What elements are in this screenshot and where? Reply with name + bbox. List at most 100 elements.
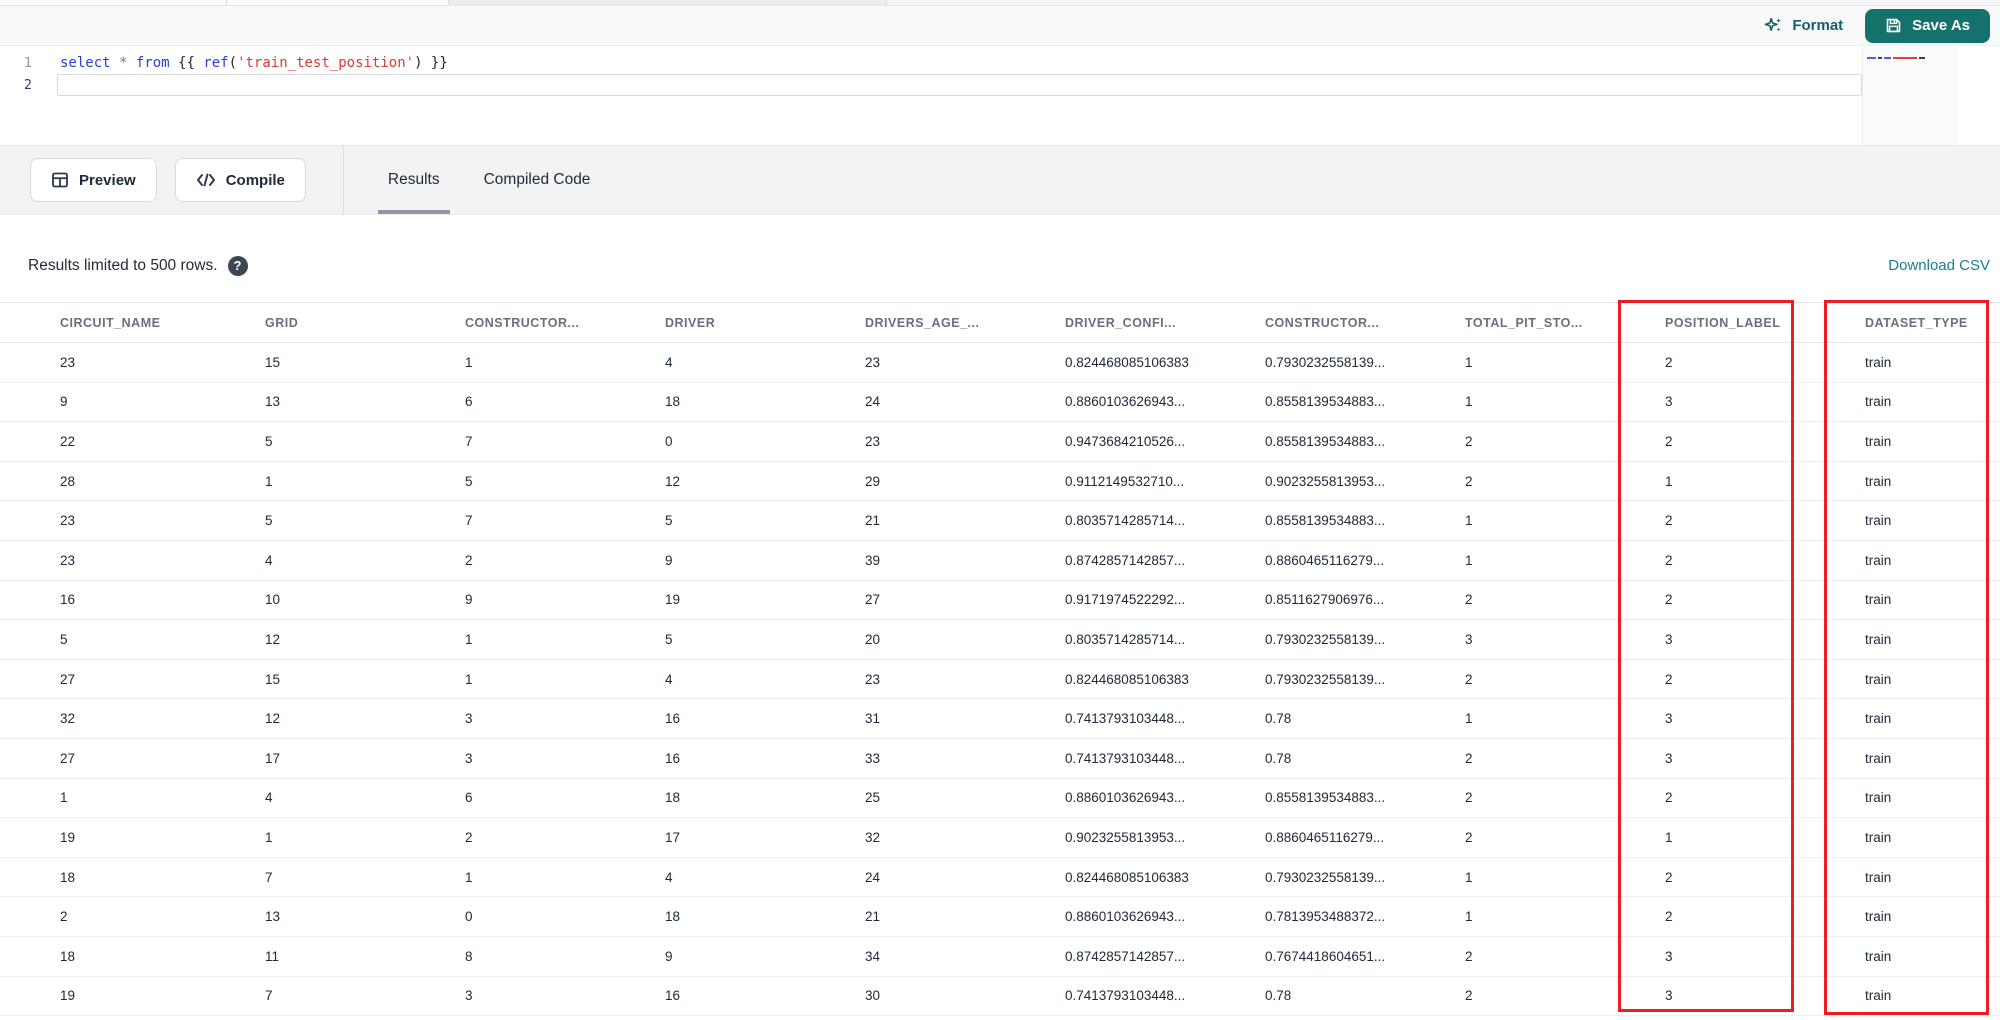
row-limit-notice: Results limited to 500 rows.: [28, 256, 218, 274]
table-cell: 0.8035714285714...: [1005, 500, 1205, 541]
editor-header-bar: Format Save As: [0, 6, 2000, 46]
table-cell: 3: [1605, 936, 1805, 977]
table-cell: 4: [605, 857, 805, 898]
table-cell: 2: [1405, 461, 1605, 502]
table-cell: 0.78: [1205, 698, 1405, 739]
table-cell: 10: [205, 580, 405, 621]
table-cell: 23: [805, 659, 1005, 700]
table-row: 23 4 2 9 39 0.8742857142857... 0.8860465116279…: [0, 540, 2000, 581]
tab-label: Compiled Code: [483, 171, 591, 188]
table-cell: 21: [805, 896, 1005, 937]
compile-button[interactable]: Compile: [174, 158, 306, 202]
table-cell: 19: [605, 580, 805, 621]
table-cell: 1: [0, 778, 205, 819]
column-header: CONSTRUCTOR...: [405, 302, 605, 343]
table-cell: 12: [205, 619, 405, 660]
preview-button[interactable]: Preview: [30, 158, 157, 202]
table-cell: train: [1805, 580, 2000, 621]
table-cell: 0.8860465116279...: [1205, 540, 1405, 581]
table-cell: 2: [1605, 659, 1805, 700]
table-row: 27 15 1 4 23 0.824468085106383 0.7930232558139…: [0, 659, 2000, 700]
table-cell: 13: [205, 382, 405, 423]
table-cell: 0.824468085106383: [1005, 342, 1205, 383]
table-cell: train: [1805, 896, 2000, 937]
table-cell: 12: [205, 698, 405, 739]
table-cell: 1: [405, 659, 605, 700]
table-cell: 16: [605, 738, 805, 779]
table-cell: 3: [1605, 619, 1805, 660]
table-row: 18 11 8 9 34 0.8742857142857... 0.767441860465…: [0, 936, 2000, 977]
editor-tab[interactable]: [227, 0, 449, 5]
table-cell: 0.7930232558139...: [1205, 619, 1405, 660]
format-label: Format: [1792, 17, 1844, 34]
code-line[interactable]: 1 select * from {{ ref('train_test_posit…: [0, 52, 2000, 74]
table-cell: 3: [405, 698, 605, 739]
editor-tab[interactable]: [0, 0, 227, 5]
table-cell: 0.7674418604651...: [1205, 936, 1405, 977]
table-cell: 2: [1605, 580, 1805, 621]
active-tab-underline: [377, 210, 450, 214]
tab-compiled-code[interactable]: Compiled Code: [470, 146, 605, 214]
table-cell: 8: [405, 936, 605, 977]
table-cell: 23: [0, 500, 205, 541]
table-cell: 1: [1405, 382, 1605, 423]
table-cell: 0.8035714285714...: [1005, 619, 1205, 660]
code-line[interactable]: 2: [0, 74, 2000, 96]
column-header: POSITION_LABEL: [1605, 302, 1805, 343]
tab-results[interactable]: Results: [374, 146, 454, 214]
toolbar-divider: [342, 145, 344, 215]
table-cell: 19: [0, 976, 205, 1017]
save-as-button[interactable]: Save As: [1865, 8, 1990, 43]
table-cell: 1: [1605, 817, 1805, 858]
table-cell: 2: [1605, 778, 1805, 819]
code-icon: [196, 173, 215, 187]
table-row: 19 7 3 16 30 0.7413793103448... 0.78 2 3 train: [0, 976, 2000, 1017]
table-cell: 2: [1405, 580, 1605, 621]
format-button[interactable]: Format: [1764, 16, 1843, 35]
table-cell: 0.9023255813953...: [1005, 817, 1205, 858]
table-cell: 3: [1605, 382, 1805, 423]
save-icon: [1886, 18, 1901, 33]
table-row: 32 12 3 16 31 0.7413793103448... 0.78 1 3 train: [0, 698, 2000, 739]
table-cell: 2: [405, 540, 605, 581]
table-cell: 23: [0, 540, 205, 581]
table-cell: train: [1805, 421, 2000, 462]
results-table-container: CIRCUIT_NAME GRID CONSTRUCTOR... DRIVER DRIV…: [0, 300, 2000, 1020]
table-cell: 0.7413793103448...: [1005, 738, 1205, 779]
table-cell: 1: [1605, 461, 1805, 502]
table-cell: 17: [605, 817, 805, 858]
table-row: 23 15 1 4 23 0.824468085106383 0.7930232558139…: [0, 342, 2000, 383]
help-icon[interactable]: ?: [227, 255, 248, 276]
editor-tab[interactable]: [449, 0, 887, 5]
table-cell: train: [1805, 698, 2000, 739]
table-cell: train: [1805, 817, 2000, 858]
table-cell: 4: [605, 342, 805, 383]
tab-label: Results: [387, 171, 440, 188]
table-cell: 0.8860103626943...: [1005, 778, 1205, 819]
table-cell: 3: [405, 738, 605, 779]
table-cell: 1: [205, 461, 405, 502]
ide-window: Format Save As 1 select * from {{ ref('t…: [0, 0, 2000, 1020]
table-cell: 30: [805, 976, 1005, 1017]
table-cell: 18: [605, 382, 805, 423]
table-cell: 0.8860465116279...: [1205, 817, 1405, 858]
table-cell: 3: [1605, 976, 1805, 1017]
line-number: 1: [23, 55, 32, 71]
download-csv-link[interactable]: Download CSV: [1888, 257, 1990, 274]
table-cell: 3: [1605, 698, 1805, 739]
table-cell: train: [1805, 540, 2000, 581]
table-cell: 2: [1605, 896, 1805, 937]
sql-editor[interactable]: 1 select * from {{ ref('train_test_posit…: [0, 46, 2000, 145]
table-cell: 0.7930232558139...: [1205, 342, 1405, 383]
table-cell: 0.8860103626943...: [1005, 382, 1205, 423]
table-cell: 20: [805, 619, 1005, 660]
table-cell: 2: [1405, 738, 1605, 779]
table-cell: 28: [0, 461, 205, 502]
results-table: CIRCUIT_NAME GRID CONSTRUCTOR... DRIVER DRIV…: [0, 302, 2000, 1017]
table-cell: 5: [0, 619, 205, 660]
table-cell: 3: [1405, 619, 1605, 660]
editor-tab-strip-filler: [887, 0, 2000, 5]
editor-minimap[interactable]: [1862, 46, 1958, 145]
table-cell: 34: [805, 936, 1005, 977]
table-cell: 15: [205, 659, 405, 700]
